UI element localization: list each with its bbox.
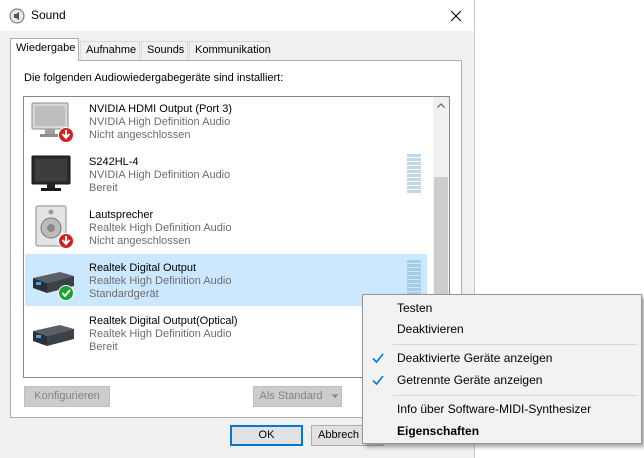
menu-item-show-disabled[interactable]: Deaktivierte Geräte anzeigen — [365, 347, 639, 369]
configure-button[interactable]: Konfigurieren — [24, 386, 110, 407]
device-driver: NVIDIA High Definition Audio — [89, 116, 231, 128]
monitor-disconnected-icon — [30, 97, 78, 145]
check-icon — [371, 373, 385, 387]
tab-aufnahme[interactable]: Aufnahme — [80, 41, 140, 59]
speaker-disconnected-icon — [30, 203, 78, 251]
device-name: Lautsprecher — [89, 209, 154, 221]
ok-button[interactable]: OK — [230, 425, 303, 446]
menu-item-midi-info[interactable]: Info über Software-MIDI-Synthesizer — [365, 398, 639, 420]
chevron-down-icon — [331, 394, 338, 398]
instruction-text: Die folgenden Audiowiedergabegeräte sind… — [24, 72, 284, 84]
tab-kommunikation[interactable]: Kommunikation — [189, 41, 271, 59]
speaker-app-icon — [9, 8, 25, 24]
chevron-up-icon — [437, 103, 445, 108]
device-driver: Realtek High Definition Audio — [89, 275, 232, 287]
check-icon — [371, 351, 385, 365]
device-driver: Realtek High Definition Audio — [89, 328, 232, 340]
menu-item-deaktivieren[interactable]: Deaktivieren — [365, 318, 639, 340]
set-default-dropdown[interactable] — [328, 386, 342, 407]
device-status: Nicht angeschlossen — [89, 129, 191, 141]
device-driver: NVIDIA High Definition Audio — [89, 169, 231, 181]
background-window — [474, 0, 644, 300]
device-item-lautsprecher[interactable]: Lautsprecher Realtek High Definition Aud… — [25, 201, 427, 253]
menu-item-label: Testen — [397, 301, 433, 315]
menu-separator — [393, 395, 637, 396]
close-icon — [450, 10, 462, 22]
scroll-thumb[interactable] — [434, 177, 448, 307]
monitor-icon — [30, 150, 78, 198]
tab-sounds[interactable]: Sounds — [141, 41, 188, 59]
menu-item-label: Deaktivieren — [397, 322, 464, 336]
device-driver: Realtek High Definition Audio — [89, 222, 232, 234]
menu-separator — [393, 344, 637, 345]
menu-item-eigenschaften[interactable]: Eigenschaften — [365, 420, 639, 442]
device-item-s242hl[interactable]: S242HL-4 NVIDIA High Definition Audio Be… — [25, 148, 427, 200]
device-name: NVIDIA HDMI Output (Port 3) — [89, 103, 233, 115]
device-name: Realtek Digital Output — [89, 262, 196, 274]
device-status: Standardgerät — [89, 288, 159, 300]
device-name: S242HL-4 — [89, 156, 139, 168]
tab-wiedergabe[interactable]: Wiedergabe — [10, 38, 79, 61]
digital-output-default-icon — [30, 256, 78, 304]
device-status: Bereit — [89, 341, 118, 353]
level-meter — [407, 154, 421, 194]
menu-item-testen[interactable]: Testen — [365, 297, 639, 319]
menu-item-label: Info über Software-MIDI-Synthesizer — [397, 402, 592, 416]
scroll-up-button[interactable] — [433, 97, 449, 114]
device-status: Bereit — [89, 182, 118, 194]
menu-item-label: Getrennte Geräte anzeigen — [397, 373, 543, 387]
close-button[interactable] — [444, 5, 468, 27]
menu-item-label: Deaktivierte Geräte anzeigen — [397, 351, 553, 365]
title-bar: Sound — [0, 0, 474, 31]
device-name: Realtek Digital Output(Optical) — [89, 315, 238, 327]
window-title: Sound — [31, 8, 66, 22]
set-default-button[interactable]: Als Standard — [253, 386, 329, 407]
device-item-nvidia-hdmi[interactable]: NVIDIA HDMI Output (Port 3) NVIDIA High … — [25, 97, 427, 147]
context-menu: Testen Deaktivieren Deaktivierte Geräte … — [362, 294, 642, 444]
menu-item-show-disconnected[interactable]: Getrennte Geräte anzeigen — [365, 369, 639, 391]
menu-item-label: Eigenschaften — [397, 424, 480, 438]
digital-output-icon — [30, 309, 78, 357]
device-status: Nicht angeschlossen — [89, 235, 191, 247]
